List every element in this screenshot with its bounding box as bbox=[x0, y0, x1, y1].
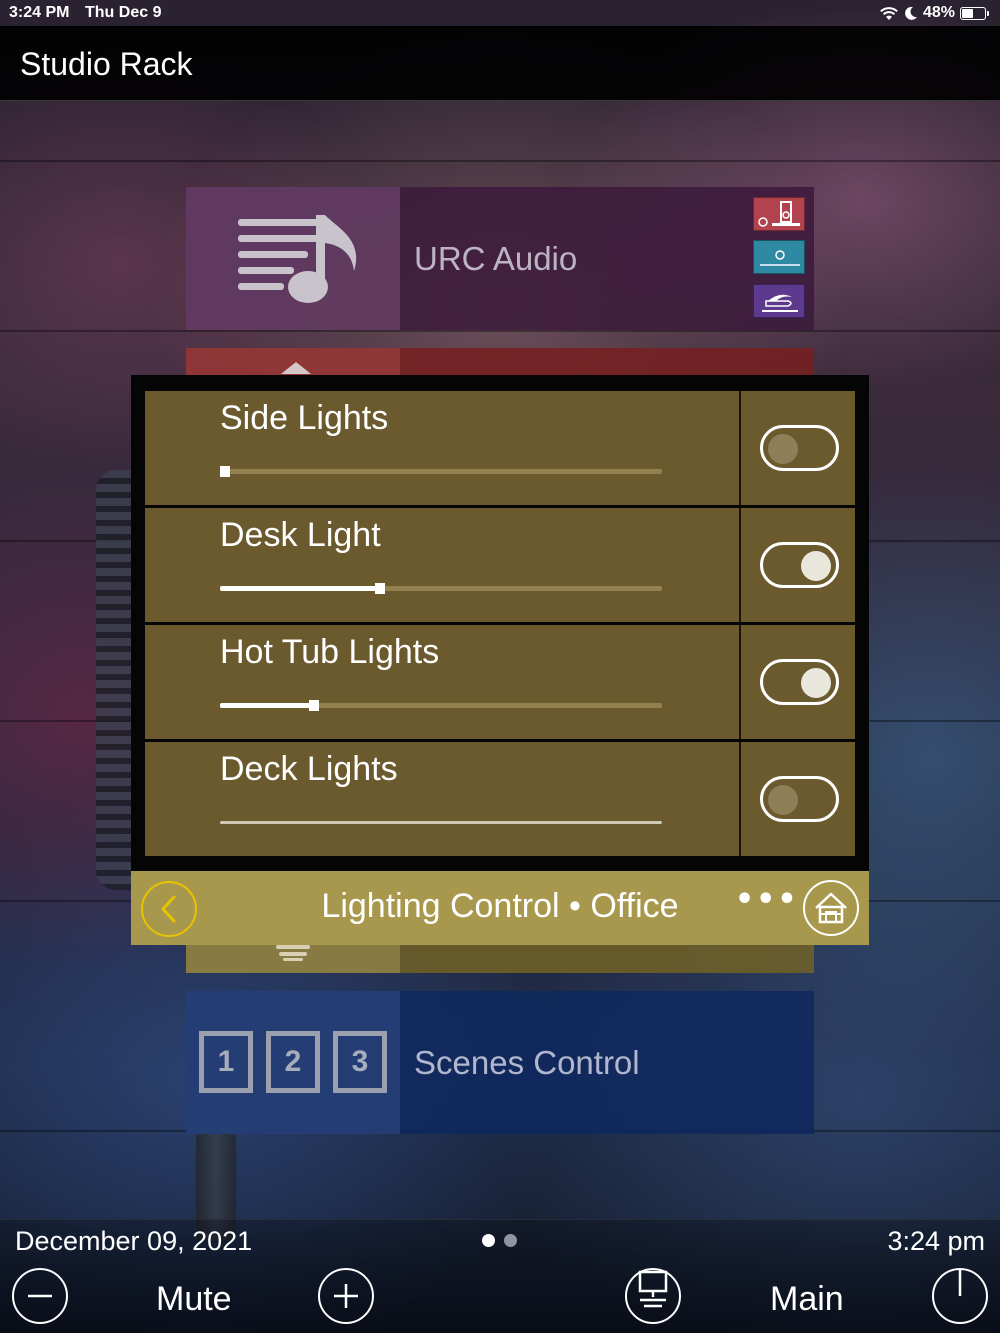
toggle-knob bbox=[768, 434, 798, 464]
scene-numbers-icon: 1 2 3 bbox=[186, 991, 400, 1134]
volume-up-button[interactable] bbox=[318, 1268, 374, 1324]
light-row-main: Desk Light bbox=[145, 508, 739, 622]
activity-card-red[interactable] bbox=[186, 348, 814, 378]
status-right: 48% bbox=[879, 4, 989, 22]
tv-source-icon[interactable] bbox=[753, 240, 805, 274]
light-name: Side Lights bbox=[220, 399, 389, 437]
dimmer-slider[interactable] bbox=[220, 816, 662, 830]
popup-footer-bar: Lighting Control • Office ••• bbox=[131, 871, 869, 945]
activity-label: URC Audio bbox=[414, 239, 578, 277]
status-date: Thu Dec 9 bbox=[85, 4, 162, 21]
more-button[interactable]: ••• bbox=[735, 885, 797, 923]
battery-icon bbox=[960, 6, 989, 20]
dimmer-slider[interactable] bbox=[220, 582, 662, 596]
power-icon bbox=[958, 1270, 962, 1296]
slider-thumb[interactable] bbox=[375, 583, 385, 594]
light-row-main: Deck Lights bbox=[145, 742, 739, 856]
light-toggle[interactable] bbox=[760, 425, 839, 471]
scene-number-1: 1 bbox=[199, 1031, 253, 1093]
status-bar: 3:24 PM Thu Dec 9 48% bbox=[0, 0, 1000, 26]
page-dot-2[interactable] bbox=[504, 1234, 517, 1247]
moon-icon bbox=[905, 6, 917, 20]
volume-down-button[interactable] bbox=[12, 1268, 68, 1324]
activity-card-urc-audio[interactable]: URC Audio bbox=[186, 187, 814, 330]
light-name: Deck Lights bbox=[220, 750, 398, 788]
toggle-knob bbox=[768, 785, 798, 815]
footer-time: 3:24 pm bbox=[887, 1226, 985, 1256]
slider-track bbox=[220, 469, 662, 474]
scene-number-3: 3 bbox=[333, 1031, 387, 1093]
row-divider bbox=[739, 742, 741, 856]
bluray-disc-icon[interactable] bbox=[753, 284, 805, 318]
home-button[interactable] bbox=[803, 880, 859, 936]
home-icon bbox=[815, 892, 847, 924]
light-row-hot-tub-lights: Hot Tub Lights bbox=[145, 625, 855, 739]
light-row-deck-lights: Deck Lights bbox=[145, 742, 855, 856]
dimmer-slider[interactable] bbox=[220, 465, 662, 479]
ipod-dock-icon[interactable] bbox=[753, 197, 805, 231]
activity-label: Scenes Control bbox=[414, 1043, 640, 1081]
power-button[interactable] bbox=[932, 1268, 988, 1324]
footer-date: December 09, 2021 bbox=[15, 1226, 253, 1256]
mute-button[interactable]: Mute bbox=[156, 1280, 232, 1319]
light-row-main: Hot Tub Lights bbox=[145, 625, 739, 739]
toggle-knob bbox=[801, 551, 831, 581]
dimmer-slider[interactable] bbox=[220, 699, 662, 713]
slider-track bbox=[220, 821, 662, 824]
light-name: Hot Tub Lights bbox=[220, 633, 440, 671]
slider-thumb[interactable] bbox=[309, 700, 319, 711]
lighting-popup: Side Lights Desk Light Hot Tub Lights De… bbox=[131, 375, 869, 872]
display-icon bbox=[638, 1270, 668, 1308]
light-row-side-lights: Side Lights bbox=[145, 391, 855, 505]
light-name: Desk Light bbox=[220, 516, 381, 554]
activity-icon-box bbox=[186, 348, 400, 378]
plus-icon bbox=[334, 1284, 358, 1308]
activity-icon-box bbox=[186, 187, 400, 330]
scene-number-2: 2 bbox=[266, 1031, 320, 1093]
minus-icon bbox=[28, 1294, 52, 1298]
row-divider bbox=[739, 391, 741, 505]
slider-fill bbox=[220, 586, 379, 591]
page-title: Studio Rack bbox=[20, 46, 193, 82]
bottom-bar: December 09, 2021 3:24 pm Mute Main bbox=[0, 1219, 1000, 1333]
toggle-knob bbox=[801, 668, 831, 698]
status-time: 3:24 PM bbox=[9, 4, 70, 21]
wifi-icon bbox=[880, 6, 898, 20]
light-toggle[interactable] bbox=[760, 542, 839, 588]
main-button[interactable]: Main bbox=[770, 1280, 844, 1319]
row-divider bbox=[739, 508, 741, 622]
slider-fill bbox=[220, 703, 313, 708]
up-arrow-icon bbox=[281, 362, 311, 374]
activity-icon-box bbox=[186, 945, 400, 973]
activity-card-scenes[interactable]: 1 2 3 Scenes Control bbox=[186, 991, 814, 1134]
page-dot-1[interactable] bbox=[482, 1234, 495, 1247]
page-indicator[interactable] bbox=[482, 1234, 517, 1247]
light-toggle[interactable] bbox=[760, 776, 839, 822]
light-toggle[interactable] bbox=[760, 659, 839, 705]
light-row-main: Side Lights bbox=[145, 391, 739, 505]
display-button[interactable] bbox=[625, 1268, 681, 1324]
app-header: Studio Rack bbox=[0, 26, 1000, 101]
microphone-graphic bbox=[96, 470, 136, 890]
row-divider bbox=[739, 625, 741, 739]
activity-card-lighting[interactable] bbox=[186, 945, 814, 973]
battery-percent: 48% bbox=[922, 4, 955, 21]
slider-thumb[interactable] bbox=[220, 466, 230, 477]
light-row-desk-light: Desk Light bbox=[145, 508, 855, 622]
music-notes-icon bbox=[238, 215, 357, 303]
bulb-icon bbox=[276, 945, 310, 961]
